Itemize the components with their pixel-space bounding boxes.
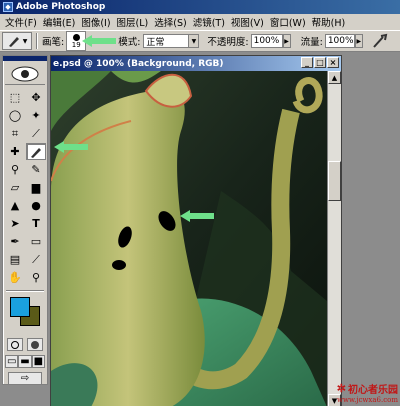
tool-preset-picker[interactable]: ▼ bbox=[2, 32, 32, 50]
menu-view[interactable]: 视图(V) bbox=[228, 15, 267, 29]
eye-logo-icon bbox=[11, 66, 39, 81]
photoshop-window: ◆ Adobe Photoshop 文件(F) 编辑(E) 图像(I) 图层(L… bbox=[0, 0, 400, 406]
clone-stamp-tool-icon[interactable]: ⚲ bbox=[5, 161, 25, 178]
shape-tool-icon[interactable]: ▭ bbox=[26, 233, 46, 250]
divider bbox=[36, 33, 38, 49]
crop-tool-icon[interactable]: ⌗ bbox=[5, 125, 25, 142]
opacity-value: 100% bbox=[253, 36, 280, 46]
mode-label: 模式: bbox=[118, 37, 141, 48]
vertical-scrollbar[interactable]: ▲ ▼ bbox=[327, 71, 341, 406]
mode-select[interactable]: 正常 ▼ bbox=[143, 34, 200, 48]
flow-slider-toggle[interactable]: ▶ bbox=[354, 34, 363, 48]
edit-modes bbox=[3, 336, 47, 353]
pen-tool-icon[interactable]: ✒ bbox=[5, 233, 25, 250]
screen-mode-full-icon[interactable]: ■ bbox=[31, 355, 45, 368]
options-bar: ▼ 画笔: 19 模式: 正常 ▼ 不透明度: 100% ▶ 流量: 100% … bbox=[0, 30, 400, 52]
toolbox: ⬚ ✥ ◯ ✦ ⌗ ⟋ ✚ ⚲ ✎ ▱ ▆ ▲ ● ➤ T ✒ ▭ ▤ ⟋ ✋ … bbox=[2, 55, 48, 385]
foreground-color-swatch[interactable] bbox=[10, 297, 30, 317]
site-watermark: ✲ 初心者乐园 www.jcwxa6.com bbox=[337, 381, 398, 404]
screen-mode-standard-icon[interactable]: ▭ bbox=[5, 355, 19, 368]
brush-size: 19 bbox=[71, 40, 81, 49]
brush-tool-icon[interactable] bbox=[26, 143, 46, 160]
app-title: Adobe Photoshop bbox=[16, 2, 106, 12]
menu-select[interactable]: 选择(S) bbox=[151, 15, 189, 29]
watermark-url: www.jcwxa6.com bbox=[336, 396, 398, 404]
green-arrow-left-icon bbox=[180, 210, 214, 222]
brush-tip-preview bbox=[72, 33, 80, 41]
imageready-icon[interactable]: ⇨ bbox=[8, 372, 42, 385]
flow-label: 流量: bbox=[300, 37, 323, 48]
image-canvas[interactable] bbox=[51, 71, 327, 406]
healing-brush-tool-icon[interactable]: ✚ bbox=[5, 143, 25, 160]
opacity-label: 不透明度: bbox=[207, 37, 249, 48]
brush-label: 画笔: bbox=[42, 37, 65, 48]
menu-layer[interactable]: 图层(L) bbox=[114, 15, 152, 29]
airbrush-icon[interactable] bbox=[371, 33, 389, 49]
zoom-tool-icon[interactable]: ⚲ bbox=[26, 269, 46, 286]
move-tool-icon[interactable]: ✥ bbox=[26, 89, 46, 106]
flow-value: 100% bbox=[327, 36, 354, 46]
flow-input[interactable]: 100% bbox=[324, 34, 355, 48]
lasso-tool-icon[interactable]: ◯ bbox=[5, 107, 25, 124]
pitcher-plant-image bbox=[51, 71, 327, 406]
dodge-tool-icon[interactable]: ● bbox=[26, 197, 46, 214]
standard-mode-button[interactable] bbox=[7, 338, 23, 351]
close-icon[interactable]: × bbox=[327, 57, 339, 68]
document-titlebar[interactable]: e.psd @ 100% (Background, RGB) _ □ × bbox=[51, 56, 341, 71]
menu-help[interactable]: 帮助(H) bbox=[309, 15, 349, 29]
scroll-up-icon[interactable]: ▲ bbox=[328, 71, 341, 84]
brush-icon bbox=[8, 37, 19, 47]
mode-value: 正常 bbox=[146, 37, 165, 48]
magic-wand-tool-icon[interactable]: ✦ bbox=[26, 107, 46, 124]
maximize-icon[interactable]: □ bbox=[314, 57, 326, 68]
divider bbox=[6, 290, 44, 292]
chevron-down-icon: ▼ bbox=[22, 37, 28, 45]
marquee-tool-icon[interactable]: ⬚ bbox=[5, 89, 25, 106]
menu-image[interactable]: 图像(I) bbox=[78, 15, 113, 29]
path-select-tool-icon[interactable]: ➤ bbox=[5, 215, 25, 232]
menu-edit[interactable]: 编辑(E) bbox=[40, 15, 78, 29]
menu-window[interactable]: 窗口(W) bbox=[267, 15, 309, 29]
toolbox-header[interactable] bbox=[3, 56, 47, 61]
jump-to-imageready: ⇨ bbox=[3, 370, 47, 387]
green-arrow-left-icon bbox=[54, 141, 88, 153]
menu-filter[interactable]: 滤镜(T) bbox=[190, 15, 228, 29]
app-titlebar: ◆ Adobe Photoshop bbox=[0, 0, 400, 14]
type-tool-icon[interactable]: T bbox=[26, 215, 46, 232]
green-arrow-left-icon bbox=[82, 35, 117, 47]
document-window: e.psd @ 100% (Background, RGB) _ □ × ▲ ▼ bbox=[50, 55, 342, 406]
gradient-tool-icon[interactable]: ▆ bbox=[26, 179, 46, 196]
document-title: e.psd @ 100% (Background, RGB) bbox=[53, 58, 224, 69]
screen-modes: ▭ ▬ ■ bbox=[3, 353, 47, 370]
opacity-slider-toggle[interactable]: ▶ bbox=[282, 34, 291, 48]
menu-file[interactable]: 文件(F) bbox=[2, 15, 40, 29]
quickmask-mode-button[interactable] bbox=[27, 338, 43, 351]
notes-tool-icon[interactable]: ▤ bbox=[5, 251, 25, 268]
screen-mode-menu-icon[interactable]: ▬ bbox=[18, 355, 32, 368]
color-swatches bbox=[5, 294, 45, 334]
hand-tool-icon[interactable]: ✋ bbox=[5, 269, 25, 286]
watermark-brand: 初心者乐园 bbox=[348, 385, 398, 396]
watermark-logo-icon: ✲ bbox=[336, 382, 346, 395]
history-brush-tool-icon[interactable]: ✎ bbox=[26, 161, 46, 178]
toolbox-logo[interactable] bbox=[5, 63, 45, 85]
photoshop-app-icon: ◆ bbox=[3, 2, 13, 12]
opacity-input[interactable]: 100% bbox=[250, 34, 283, 48]
tool-grid: ⬚ ✥ ◯ ✦ ⌗ ⟋ ✚ ⚲ ✎ ▱ ▆ ▲ ● ➤ T ✒ ▭ ▤ ⟋ ✋ … bbox=[3, 87, 47, 288]
slice-tool-icon[interactable]: ⟋ bbox=[26, 125, 46, 142]
eyedropper-tool-icon[interactable]: ⟋ bbox=[26, 251, 46, 268]
eraser-tool-icon[interactable]: ▱ bbox=[5, 179, 25, 196]
chevron-down-icon: ▼ bbox=[188, 35, 199, 47]
menu-bar: 文件(F) 编辑(E) 图像(I) 图层(L) 选择(S) 滤镜(T) 视图(V… bbox=[0, 14, 400, 30]
minimize-icon[interactable]: _ bbox=[301, 57, 313, 68]
blur-tool-icon[interactable]: ▲ bbox=[5, 197, 25, 214]
scrollbar-thumb[interactable] bbox=[328, 161, 341, 201]
